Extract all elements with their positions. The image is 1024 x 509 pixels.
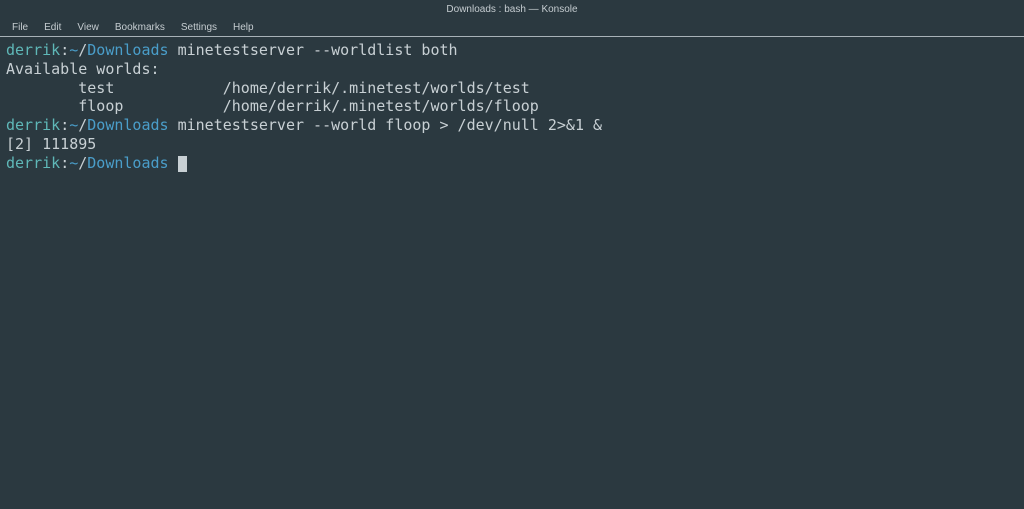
output-line-2: test /home/derrik/.minetest/worlds/test: [6, 79, 530, 97]
prompt-pathsep: /: [78, 154, 87, 172]
menu-view[interactable]: View: [69, 20, 107, 35]
prompt-line-2: derrik:~/Downloads minetestserver --worl…: [6, 116, 602, 134]
window-title: Downloads : bash — Konsole: [446, 4, 577, 15]
prompt-user: derrik: [6, 116, 60, 134]
output-line-4: [2] 111895: [6, 135, 96, 153]
prompt-sep: :: [60, 41, 69, 59]
menu-file[interactable]: File: [4, 20, 36, 35]
prompt-pathsep: /: [78, 116, 87, 134]
prompt-line-1: derrik:~/Downloads minetestserver --worl…: [6, 41, 458, 59]
output-line-1: Available worlds:: [6, 60, 160, 78]
prompt-pathsep: /: [78, 41, 87, 59]
menu-bar: File Edit View Bookmarks Settings Help: [0, 18, 1024, 36]
prompt-path: Downloads: [87, 41, 168, 59]
menu-bookmarks[interactable]: Bookmarks: [107, 20, 173, 35]
command-1: minetestserver --worldlist both: [178, 41, 458, 59]
prompt-user: derrik: [6, 41, 60, 59]
command-2: minetestserver --world floop > /dev/null…: [178, 116, 602, 134]
terminal-area[interactable]: derrik:~/Downloads minetestserver --worl…: [0, 37, 1024, 176]
cursor-block: [178, 156, 187, 172]
output-line-3: floop /home/derrik/.minetest/worlds/floo…: [6, 97, 539, 115]
window-title-bar: Downloads : bash — Konsole: [0, 0, 1024, 18]
prompt-user: derrik: [6, 154, 60, 172]
prompt-sep: :: [60, 154, 69, 172]
prompt-tilde: ~: [69, 116, 78, 134]
prompt-path: Downloads: [87, 116, 168, 134]
menu-help[interactable]: Help: [225, 20, 262, 35]
menu-edit[interactable]: Edit: [36, 20, 69, 35]
prompt-tilde: ~: [69, 41, 78, 59]
prompt-tilde: ~: [69, 154, 78, 172]
menu-settings[interactable]: Settings: [173, 20, 225, 35]
prompt-sep: :: [60, 116, 69, 134]
prompt-line-3: derrik:~/Downloads: [6, 154, 187, 172]
prompt-path: Downloads: [87, 154, 168, 172]
